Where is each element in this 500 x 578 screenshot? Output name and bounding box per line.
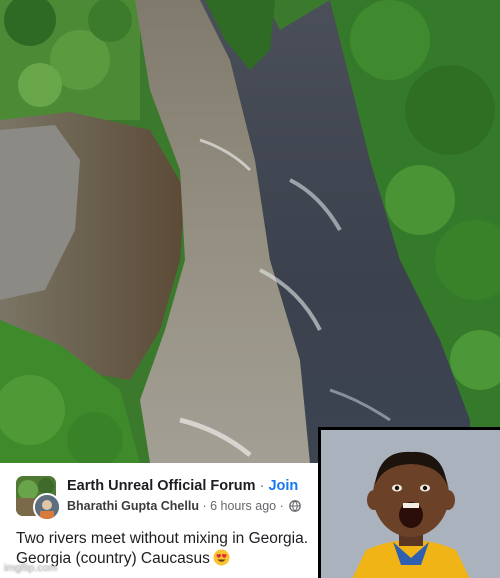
group-name[interactable]: Earth Unreal Official Forum xyxy=(67,478,256,494)
meta-separator-dot-2: · xyxy=(279,499,284,513)
separator-dot: · xyxy=(259,478,265,494)
group-header: Earth Unreal Official Forum · Join xyxy=(67,478,298,494)
reaction-kid-photo xyxy=(318,427,500,578)
join-link[interactable]: Join xyxy=(268,478,298,494)
meta-separator-dot: · xyxy=(202,499,207,513)
facebook-post: Earth Unreal Official Forum · Join Bhara… xyxy=(0,463,318,578)
author-name[interactable]: Bharathi Gupta Chellu xyxy=(67,499,199,513)
aerial-river-photo xyxy=(0,0,500,463)
post-timestamp[interactable]: 6 hours ago xyxy=(210,499,276,513)
author-avatar[interactable] xyxy=(33,493,61,521)
author-meta: Bharathi Gupta Chellu · 6 hours ago · xyxy=(67,499,302,515)
heart-eyes-emoji-icon xyxy=(213,549,230,572)
post-text-body: Two rivers meet without mixing in Georgi… xyxy=(16,530,309,567)
post-text: Two rivers meet without mixing in Georgi… xyxy=(16,529,318,572)
globe-icon xyxy=(289,500,302,515)
imgflip-watermark: imgflip.com xyxy=(4,562,58,574)
